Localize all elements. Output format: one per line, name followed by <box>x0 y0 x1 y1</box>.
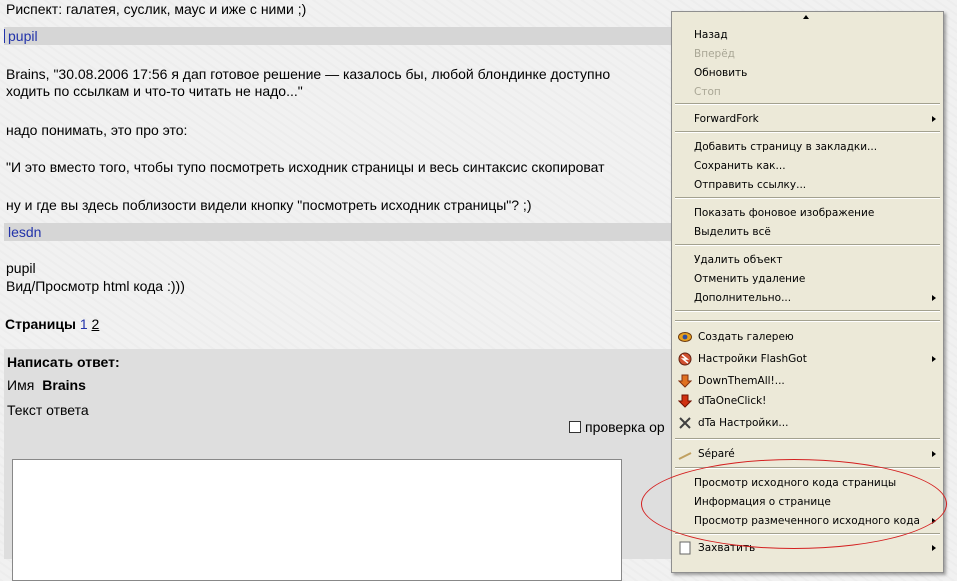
separe-icon <box>678 452 692 460</box>
menu-item-save-as[interactable]: Сохранить как... <box>672 157 943 176</box>
menu-item-page-info[interactable]: Информация о странице <box>672 493 943 512</box>
menu-item-view-background[interactable]: Показать фоновое изображение <box>672 204 943 223</box>
author-link-lesdn[interactable]: lesdn <box>8 224 41 240</box>
spellcheck-label: проверка ор <box>585 419 665 435</box>
author-link-pupil[interactable]: pupil <box>8 28 38 44</box>
menu-item-more[interactable]: Дополнительно... <box>672 289 943 308</box>
menu-item-label: Удалить объект <box>694 254 783 266</box>
menu-item-forwardfork[interactable]: ForwardFork <box>672 110 943 129</box>
menu-item-label: Обновить <box>694 67 748 79</box>
menu-item-separe[interactable]: Séparé <box>672 445 943 464</box>
menu-separator <box>675 438 940 440</box>
page-link-1[interactable]: 1 <box>80 316 88 332</box>
menu-item-select-all[interactable]: Выделить всё <box>672 223 943 242</box>
menu-item-label: Отменить удаление <box>694 273 806 285</box>
flashgot-icon <box>678 352 692 366</box>
menu-item-label: Захватить <box>698 542 756 554</box>
gallery-eye-icon <box>678 332 692 342</box>
post-text: Риспект: галатея, суслик, маус и иже с н… <box>6 1 307 17</box>
menu-item-label: Настройки FlashGot <box>698 353 807 365</box>
reply-text-label: Текст ответа <box>7 402 89 418</box>
page-link-2[interactable]: 2 <box>92 316 100 332</box>
name-row: Имя Brains <box>7 377 86 393</box>
spellcheck-option[interactable]: проверка ор <box>569 419 665 435</box>
menu-item-label: Показать фоновое изображение <box>694 207 875 219</box>
author-bar: lesdn <box>4 223 704 241</box>
menu-item-create-gallery[interactable]: Создать галерею <box>672 328 943 347</box>
menu-item-back[interactable]: Назад <box>672 26 943 45</box>
reply-textarea[interactable] <box>12 459 622 581</box>
menu-item-capture[interactable]: Захватить <box>672 539 943 558</box>
menu-item-label: Просмотр размеченного исходного кода <box>694 515 920 527</box>
menu-item-dta-settings[interactable]: dTa Настройки... <box>672 414 943 433</box>
menu-item-label: ForwardFork <box>694 113 759 125</box>
oneclick-arrow-icon <box>678 394 692 408</box>
menu-item-delete-object[interactable]: Удалить объект <box>672 251 943 270</box>
menu-item-label: Назад <box>694 29 728 41</box>
menu-item-send-link[interactable]: Отправить ссылку... <box>672 176 943 195</box>
post-text: "И это вместо того, чтобы тупо посмотрет… <box>6 159 605 175</box>
menu-item-label: Сохранить как... <box>694 160 786 172</box>
post-text: ну и где вы здесь поблизости видели кноп… <box>6 197 532 213</box>
menu-item-reload[interactable]: Обновить <box>672 64 943 83</box>
submenu-arrow-icon <box>932 545 936 551</box>
name-label: Имя <box>7 377 35 393</box>
reply-form: Написать ответ: Имя Brains Текст ответа п… <box>4 349 704 581</box>
menu-item-view-selection-source[interactable]: Просмотр размеченного исходного кода <box>672 512 943 531</box>
menu-separator <box>675 197 940 199</box>
menu-item-label: Вперёд <box>694 48 735 60</box>
menu-item-stop: Стоп <box>672 83 943 102</box>
submenu-arrow-icon <box>932 116 936 122</box>
capture-icon <box>679 541 691 555</box>
tools-icon <box>679 417 691 429</box>
submenu-arrow-icon <box>932 295 936 301</box>
menu-item-label: DownThemAll!... <box>698 375 785 387</box>
menu-separator <box>675 244 940 246</box>
spellcheck-checkbox[interactable] <box>569 421 581 433</box>
download-arrow-icon <box>678 374 692 388</box>
post-text: Вид/Просмотр html кода :))) <box>6 278 185 294</box>
post-text: Brains, "30.08.2006 17:56 я дап готовое … <box>6 66 611 82</box>
post-text: надо понимать, это про это: <box>6 122 188 138</box>
menu-item-label: Добавить страницу в закладки... <box>694 141 878 153</box>
menu-item-label: dTa Настройки... <box>698 417 789 429</box>
post-text: ходить по ссылкам и что-то читать не над… <box>6 83 303 99</box>
menu-item-flashgot-settings[interactable]: Настройки FlashGot <box>672 350 943 369</box>
menu-item-downthemall[interactable]: DownThemAll!... <box>672 372 943 391</box>
menu-item-undo-delete[interactable]: Отменить удаление <box>672 270 943 289</box>
reply-header: Написать ответ: <box>7 354 120 370</box>
menu-item-label: Séparé <box>698 448 735 460</box>
menu-item-label: Выделить всё <box>694 226 771 238</box>
menu-separator <box>675 533 940 535</box>
menu-separator <box>675 131 940 133</box>
menu-scroll-up-icon[interactable] <box>803 15 809 19</box>
pagination: Страницы 1 2 <box>5 316 99 332</box>
text-cursor <box>4 29 5 43</box>
menu-item-label: Создать галерею <box>698 331 794 343</box>
author-bar: pupil <box>4 27 704 45</box>
name-value: Brains <box>42 377 86 393</box>
context-menu: Назад Вперёд Обновить Стоп ForwardFork Д… <box>671 11 944 573</box>
submenu-arrow-icon <box>932 518 936 524</box>
menu-item-view-source[interactable]: Просмотр исходного кода страницы <box>672 474 943 493</box>
menu-separator <box>675 103 940 105</box>
menu-item-forward: Вперёд <box>672 45 943 64</box>
submenu-arrow-icon <box>932 451 936 457</box>
menu-item-bookmark[interactable]: Добавить страницу в закладки... <box>672 138 943 157</box>
menu-item-label: Дополнительно... <box>694 292 792 304</box>
menu-item-dta-oneclick[interactable]: dTaOneClick! <box>672 392 943 411</box>
menu-separator <box>675 310 940 312</box>
menu-item-label: Информация о странице <box>694 496 831 508</box>
menu-item-label: Просмотр исходного кода страницы <box>694 477 897 489</box>
menu-item-label: dTaOneClick! <box>698 395 767 407</box>
menu-item-label: Отправить ссылку... <box>694 179 807 191</box>
menu-item-label: Стоп <box>694 86 721 98</box>
submenu-arrow-icon <box>932 356 936 362</box>
pages-label: Страницы <box>5 316 76 332</box>
menu-separator <box>675 320 940 322</box>
menu-separator <box>675 467 940 469</box>
post-text: pupil <box>6 260 36 276</box>
